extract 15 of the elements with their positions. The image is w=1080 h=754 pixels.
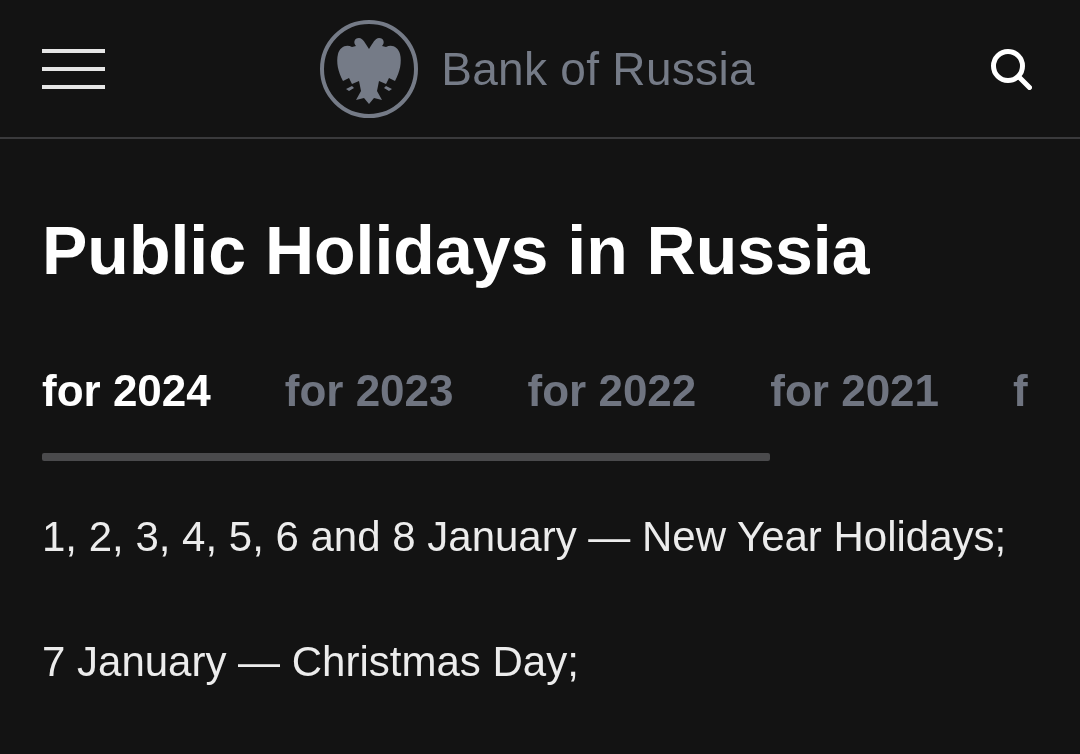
search-icon (990, 47, 1032, 90)
holiday-item: 7 January — Christmas Day; (42, 637, 580, 687)
holiday-item: 1, 2, 3, 4, 5, 6 and 8 January — New Year Holidays; (42, 512, 1008, 562)
year-tab[interactable]: for 2022 (527, 347, 697, 435)
brand-name: Bank of Russia (441, 41, 755, 96)
year-tab[interactable]: f (1013, 347, 1028, 435)
page-title: Public Holidays in Russia (42, 211, 871, 290)
eagle-emblem-icon (319, 18, 420, 119)
year-tab[interactable]: for 2023 (284, 347, 454, 435)
search-button[interactable] (990, 47, 1032, 90)
menu-button[interactable] (42, 48, 105, 89)
year-tab[interactable]: for 2021 (770, 347, 940, 435)
scrollbar[interactable] (42, 453, 770, 461)
year-tab[interactable]: for 2024 (42, 347, 211, 435)
menu-icon (42, 48, 105, 89)
